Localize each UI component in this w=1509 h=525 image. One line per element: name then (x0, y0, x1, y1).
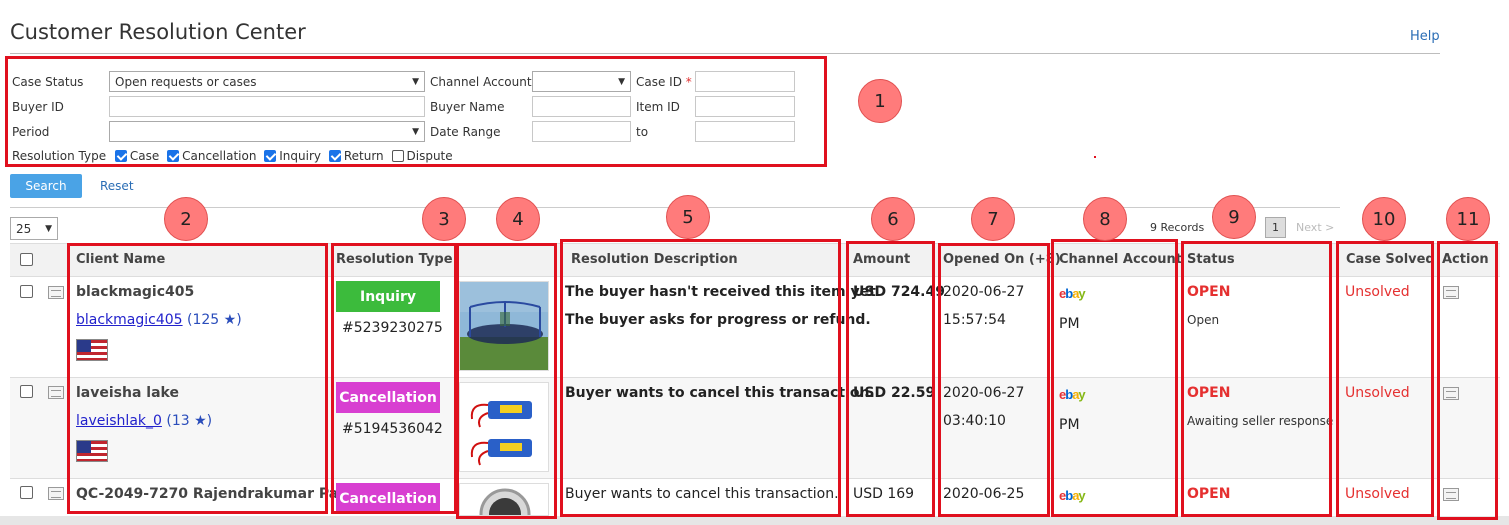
page-size-select[interactable]: 25 ▼ (10, 217, 58, 240)
annotation-number-10: 10 (1362, 197, 1406, 241)
annotation-box-opened-on (938, 243, 1050, 517)
annotation-box-case-solved (1336, 241, 1434, 517)
notes-icon[interactable] (48, 487, 64, 500)
annotation-box-image (456, 243, 557, 519)
marker-dot (1094, 156, 1096, 158)
page-title: Customer Resolution Center (10, 20, 306, 44)
annotation-number-11: 11 (1446, 197, 1490, 241)
help-link[interactable]: Help (1410, 29, 1440, 44)
annotation-box-client-name (67, 243, 328, 514)
page-number-current[interactable]: 1 (1265, 217, 1286, 238)
records-count: 9 Records (1150, 221, 1205, 234)
annotation-box-amount (846, 241, 935, 517)
annotation-number-8: 8 (1083, 197, 1127, 241)
row-checkbox[interactable] (20, 385, 33, 398)
annotation-box-resolution-type (331, 243, 457, 514)
annotation-number-6: 6 (871, 197, 915, 241)
annotation-box-action (1437, 241, 1498, 520)
annotation-box-filters (5, 56, 827, 167)
annotation-box-channel-account (1051, 239, 1178, 517)
annotation-box-description (560, 239, 841, 517)
annotation-number-1: 1 (858, 79, 902, 123)
select-all-checkbox[interactable] (20, 253, 33, 266)
annotation-number-5: 5 (666, 195, 710, 239)
annotation-number-7: 7 (971, 197, 1015, 241)
annotation-number-3: 3 (422, 197, 466, 241)
search-button[interactable]: Search (10, 174, 82, 198)
notes-icon[interactable] (48, 386, 64, 399)
chevron-down-icon: ▼ (45, 223, 52, 234)
annotation-number-4: 4 (496, 197, 540, 241)
annotation-number-9: 9 (1212, 195, 1256, 239)
annotation-number-2: 2 (164, 197, 208, 241)
next-page-link[interactable]: Next > (1296, 221, 1334, 234)
notes-icon[interactable] (48, 286, 64, 299)
reset-link[interactable]: Reset (100, 179, 134, 193)
page-size-value: 25 (16, 221, 32, 236)
horizontal-scrollbar[interactable] (0, 516, 1509, 525)
header-divider (10, 53, 1440, 54)
annotation-box-status (1181, 241, 1332, 517)
row-checkbox[interactable] (20, 285, 33, 298)
row-checkbox[interactable] (20, 486, 33, 499)
